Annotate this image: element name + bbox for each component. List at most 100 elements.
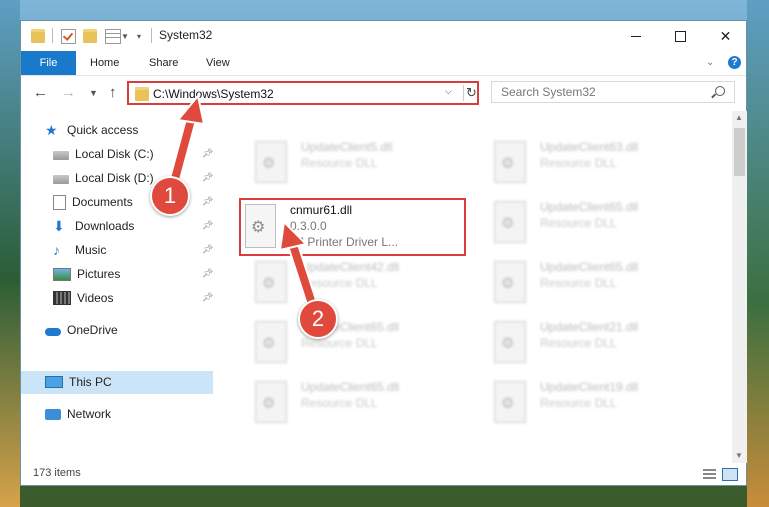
vertical-scrollbar[interactable]: ▲ ▼	[732, 111, 747, 463]
onedrive-icon	[45, 327, 61, 336]
file-tile[interactable]: UpdateClient65.dll Resource DLL	[239, 379, 469, 433]
sidebar-item-onedrive[interactable]: OneDrive	[45, 319, 118, 341]
sidebar-item-quick-access[interactable]: ★ Quick access	[45, 119, 138, 141]
music-icon: ♪	[53, 242, 60, 258]
chevron-down-icon[interactable]: ⌵	[445, 86, 452, 97]
file-name: UpdateClient21.dll	[540, 320, 639, 334]
tab-file[interactable]: File	[21, 51, 76, 75]
close-icon: ✕	[719, 27, 732, 44]
dll-file-icon	[494, 201, 526, 243]
pc-icon	[45, 376, 63, 388]
file-description: Resource DLL	[301, 156, 378, 170]
folder-icon[interactable]	[31, 29, 45, 43]
file-tile[interactable]: UpdateClient65.dll Resource DLL	[478, 199, 708, 253]
new-folder-qa-button[interactable]	[83, 27, 97, 45]
chevron-down-icon: ▼	[121, 31, 129, 41]
file-name: UpdateClient19.dll	[540, 380, 639, 394]
pin-icon[interactable]: 📌︎	[202, 172, 213, 183]
tab-share[interactable]: Share	[139, 51, 188, 75]
dll-file-icon	[255, 381, 287, 423]
file-tile[interactable]: UpdateClient19.dll Resource DLL	[478, 379, 708, 433]
scroll-up-icon[interactable]: ▲	[735, 113, 743, 122]
tab-home[interactable]: Home	[80, 51, 129, 75]
search-input[interactable]: Search System32	[491, 81, 735, 103]
sidebar-item-label: This PC	[69, 375, 112, 389]
ribbon-tabs: File Home Share View ⌄ ?	[21, 51, 746, 76]
address-path[interactable]: C:\Windows\System32	[153, 87, 274, 101]
pin-icon[interactable]: 📌︎	[202, 244, 213, 255]
customize-qa-button[interactable]: ▾	[137, 27, 141, 45]
file-tile[interactable]: UpdateClient65.dll Resource DLL	[478, 259, 708, 313]
step-badge-2: 2	[298, 299, 338, 339]
maximize-button[interactable]	[658, 21, 703, 51]
help-icon[interactable]: ?	[728, 56, 741, 69]
dll-file-icon	[494, 321, 526, 363]
recent-locations-icon[interactable]: ▼	[89, 88, 98, 98]
file-tile[interactable]: UpdateClient21.dll Resource DLL	[478, 319, 708, 373]
quick-access-toolbar	[31, 27, 45, 45]
file-tile[interactable]: UpdateClient65.dll Resource DLL	[239, 319, 469, 373]
sidebar-item-this-pc[interactable]: This PC	[45, 371, 112, 393]
file-name: UpdateClient65.dll	[540, 200, 639, 214]
sidebar-item-label: Videos	[77, 291, 114, 305]
file-tile[interactable]: UpdateClient42.dll Resource DLL	[239, 259, 469, 313]
file-name: cnmur61.dll	[290, 203, 353, 217]
sidebar-item-pictures[interactable]: Pictures	[53, 263, 120, 285]
maximize-icon	[675, 30, 686, 42]
scroll-down-icon[interactable]: ▼	[735, 451, 743, 460]
pin-icon[interactable]: 📌︎	[202, 292, 213, 303]
file-description: BJ Printer Driver L...	[290, 235, 399, 249]
sidebar-item-videos[interactable]: Videos	[53, 287, 113, 309]
file-tile[interactable]: UpdateClient5.dll Resource DLL	[239, 139, 469, 193]
toolbar-separator	[52, 28, 53, 43]
item-count: 173 items	[33, 467, 81, 479]
list-icon	[105, 28, 121, 44]
sidebar-item-local-disk-c[interactable]: Local Disk (C:)	[53, 143, 154, 165]
file-name: UpdateClient65.dll	[540, 260, 639, 274]
highlighted-file-tile[interactable]: cnmur61.dll 0.3.0.0 BJ Printer Driver L.…	[239, 198, 466, 256]
navigation-bar: ← → ▼ ↑ C:\Windows\System32 ⌵ ↻ Search S…	[21, 76, 746, 110]
file-description: Resource DLL	[540, 216, 617, 230]
title-bar: ▼ ▾ System32 ✕	[21, 21, 746, 51]
sidebar-item-network[interactable]: Network	[45, 403, 111, 425]
minimize-button[interactable]	[613, 21, 658, 51]
navigation-pane: ★ Quick access Local Disk (C:) 📌︎ Local …	[21, 111, 215, 463]
view-options-qa-button[interactable]: ▼	[105, 27, 129, 45]
details-view-icon[interactable]	[703, 469, 716, 479]
sidebar-item-label: Local Disk (C:)	[75, 147, 154, 161]
pin-icon[interactable]: 📌︎	[202, 220, 213, 231]
network-icon	[45, 408, 61, 420]
file-description: Resource DLL	[540, 276, 617, 290]
sidebar-item-label: Quick access	[67, 123, 139, 137]
sidebar-item-downloads[interactable]: ⬇ Downloads	[53, 215, 134, 237]
refresh-icon[interactable]: ↻	[463, 85, 479, 101]
pin-icon[interactable]: 📌︎	[202, 148, 213, 159]
close-button[interactable]: ✕	[703, 21, 748, 51]
file-list: UpdateClient5.dll Resource DLL cnmur61.d…	[221, 111, 731, 463]
sidebar-item-label: OneDrive	[67, 323, 118, 337]
back-arrow-icon[interactable]: ←	[33, 84, 48, 101]
sidebar-item-music[interactable]: ♪ Music	[53, 239, 106, 261]
pin-icon[interactable]: 📌︎	[202, 196, 213, 207]
forward-arrow-icon[interactable]: →	[61, 84, 76, 101]
dll-file-icon	[494, 261, 526, 303]
dll-file-icon	[245, 204, 276, 248]
up-arrow-icon[interactable]: ↑	[109, 84, 117, 101]
scrollbar-thumb[interactable]	[734, 128, 745, 176]
status-bar: 173 items	[21, 463, 746, 485]
address-bar[interactable]: C:\Windows\System32 ⌵ ↻	[127, 81, 479, 105]
customize-caret-icon: ▾	[137, 31, 142, 41]
documents-icon	[53, 194, 66, 210]
file-tile[interactable]: UpdateClient63.dll Resource DLL	[478, 139, 708, 193]
dll-file-icon	[255, 141, 287, 183]
file-description: Resource DLL	[540, 396, 617, 410]
file-name: UpdateClient65.dll	[301, 380, 400, 394]
sidebar-item-local-disk-d[interactable]: Local Disk (D:)	[53, 167, 154, 189]
properties-qa-button[interactable]	[61, 27, 76, 45]
pin-icon[interactable]: 📌︎	[202, 268, 213, 279]
sidebar-item-label: Pictures	[77, 267, 121, 281]
expand-ribbon-icon[interactable]: ⌄	[706, 57, 714, 68]
tab-view[interactable]: View	[196, 51, 240, 75]
sidebar-item-documents[interactable]: Documents	[53, 191, 133, 213]
tiles-view-icon[interactable]	[722, 468, 738, 481]
